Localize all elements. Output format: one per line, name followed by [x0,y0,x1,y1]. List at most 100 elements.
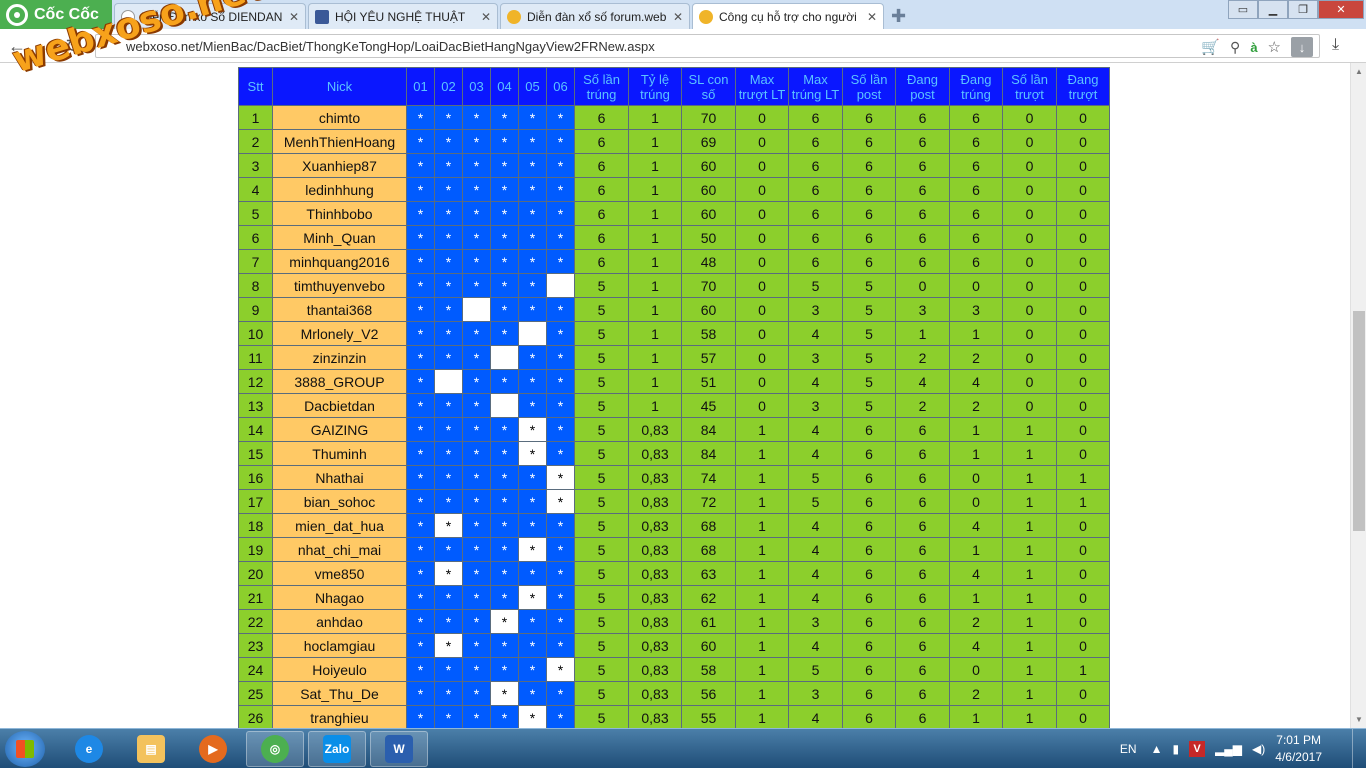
row-number: 10 [238,321,273,346]
stat-cell: 0,83 [628,441,682,466]
nick-cell[interactable]: Hoiyeulo [272,657,407,682]
mark-cell: * [406,609,435,634]
nick-cell[interactable]: timthuyenvebo [272,273,407,298]
close-icon[interactable]: ✕ [673,10,683,24]
nick-cell[interactable]: hoclamgiau [272,633,407,658]
close-icon[interactable]: ✕ [481,10,491,24]
plus-icon[interactable]: ✚ [891,6,906,27]
start-button[interactable] [5,731,45,767]
nick-cell[interactable]: vme850 [272,561,407,586]
tray-expand-icon[interactable]: ▲ [1151,742,1163,756]
nick-cell[interactable]: Minh_Quan [272,225,407,250]
nick-cell[interactable]: Xuanhiep87 [272,153,407,178]
nick-cell[interactable]: ledinhhung [272,177,407,202]
stat-cell: 6 [949,153,1003,178]
mark-cell: * [406,537,435,562]
maximize-icon[interactable]: ❐ [1288,0,1318,19]
stat-cell: 4 [949,369,1003,394]
scroll-thumb[interactable] [1353,311,1365,531]
address-bar[interactable]: webxoso.net/MienBac/DacBiet/ThongKeTongH… [95,34,1320,58]
nick-cell[interactable]: Thinhbobo [272,201,407,226]
windows-explorer-icon[interactable]: ▤ [122,731,180,767]
mark-cell: * [518,249,547,274]
nick-cell[interactable]: Mrlonely_V2 [272,321,407,346]
nick-cell[interactable]: Nhathai [272,465,407,490]
user-icon[interactable]: ▭ [1228,0,1258,19]
row-number: 8 [238,273,273,298]
stat-cell: 0 [735,249,789,274]
row-number: 4 [238,177,273,202]
search-icon[interactable]: ⚲ [1230,39,1240,56]
mark-cell: * [406,129,435,154]
cart-icon[interactable]: 🛒 [1201,38,1220,56]
nick-cell[interactable]: bian_sohoc [272,489,407,514]
word-icon[interactable]: W [370,731,428,767]
stat-cell: 0,83 [628,657,682,682]
tab-4-active[interactable]: Công cụ hỗ trợ cho người ✕ [692,3,884,29]
stat-cell: 50 [681,225,736,250]
table-row: 11 zinzinzin * * * * * 5 1 57 0 3 5 2 2 0 0 [238,345,1110,370]
tab-3[interactable]: Diễn đàn xổ số forum.web ✕ [500,3,690,29]
star-icon[interactable]: ☆ [1268,38,1281,56]
stat-cell: 4 [788,705,843,728]
volume-icon[interactable]: ◀) [1252,742,1265,756]
table-row: 1 chimto * * * * * * 6 1 70 0 6 6 6 6 0 0 [238,105,1110,130]
mark-cell: * [434,321,463,346]
stat-cell: 5 [574,705,629,728]
nick-cell[interactable]: zinzinzin [272,345,407,370]
mark-cell [434,369,463,394]
stat-cell: 0,83 [628,561,682,586]
downloads-icon[interactable]: ⤓ [1332,36,1339,54]
nick-cell[interactable]: Dacbietdan [272,393,407,418]
stat-cell: 0,83 [628,537,682,562]
stat-cell: 0 [735,153,789,178]
zalo-icon[interactable]: Zalo [308,731,366,767]
close-icon[interactable]: ✕ [1318,0,1364,19]
nick-cell[interactable]: 3888_GROUP [272,369,407,394]
nick-cell[interactable]: MenhThienHoang [272,129,407,154]
media-player-icon[interactable]: ▶ [184,731,242,767]
nick-cell[interactable]: Thuminh [272,441,407,466]
download-icon[interactable]: ↓ [1291,37,1313,57]
scroll-up-icon[interactable]: ▲ [1355,67,1363,76]
stat-cell: 0 [1002,321,1057,346]
row-number: 14 [238,417,273,442]
nick-cell[interactable]: tranghieu [272,705,407,728]
nick-cell[interactable]: Nhagao [272,585,407,610]
nick-cell[interactable]: chimto [272,105,407,130]
row-number: 1 [238,105,273,130]
mark-cell: * [406,705,435,728]
antivirus-icon[interactable]: V [1189,741,1206,757]
vertical-scrollbar[interactable]: ▲ ▼ [1350,63,1366,728]
nick-cell[interactable]: anhdao [272,609,407,634]
stat-cell: 6 [895,561,950,586]
column-header: 06 [546,67,575,106]
stat-cell: 6 [895,225,950,250]
stat-cell: 6 [788,129,843,154]
clock[interactable]: 7:01 PM 4/6/2017 [1275,732,1322,766]
table-row: 18 mien_dat_hua * * * * * * 5 0,83 68 1 4 6 6 4 1 0 [238,513,1110,538]
mark-cell: * [462,177,491,202]
close-icon[interactable]: ✕ [289,10,299,24]
mark-cell [490,393,519,418]
nick-cell[interactable]: mien_dat_hua [272,513,407,538]
internet-explorer-icon[interactable]: e [60,731,118,767]
nick-cell[interactable]: nhat_chi_mai [272,537,407,562]
show-desktop-button[interactable] [1352,729,1366,768]
language-indicator[interactable]: EN [1120,742,1137,756]
tab-2[interactable]: HỘI YÊU NGHỆ THUẬT ✕ [308,3,498,29]
battery-icon[interactable]: ▮ [1172,742,1179,756]
stat-cell: 1 [1002,705,1057,728]
nick-cell[interactable]: thantai368 [272,297,407,322]
stat-cell: 84 [681,417,736,442]
network-icon[interactable]: ▂▄▆ [1215,742,1242,756]
scroll-down-icon[interactable]: ▼ [1355,715,1363,724]
nick-cell[interactable]: Sat_Thu_De [272,681,407,706]
nick-cell[interactable]: GAIZING [272,417,407,442]
translate-icon[interactable]: à [1250,40,1257,55]
close-icon[interactable]: ✕ [867,10,877,24]
nick-cell[interactable]: minhquang2016 [272,249,407,274]
coccoc-icon[interactable]: ◎ [246,731,304,767]
minimize-icon[interactable]: ▁ [1258,0,1288,19]
table-row: 15 Thuminh * * * * * * 5 0,83 84 1 4 6 6 1 1 0 [238,441,1110,466]
